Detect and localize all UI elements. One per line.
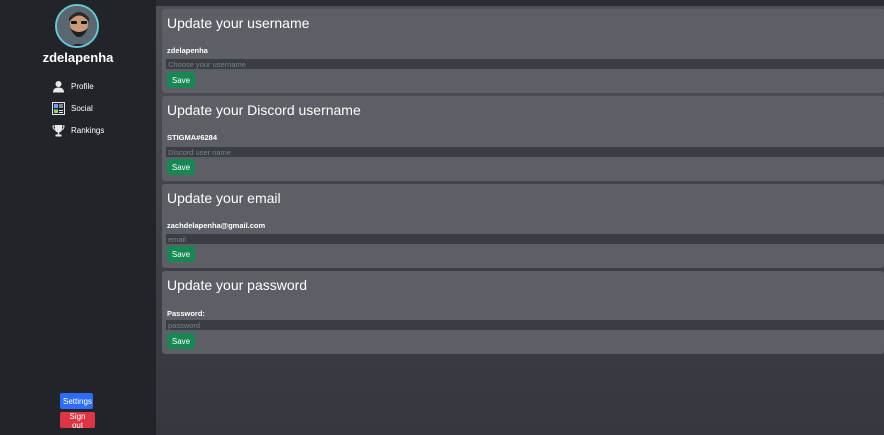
save-password-button[interactable]: Save [167, 333, 195, 349]
card-title: Update your password [167, 277, 308, 293]
sidebar-item-rankings[interactable]: Rankings [52, 122, 104, 138]
sidebar: zdelapenha Profile Social Rankings Setti… [0, 0, 156, 435]
discord-username-input[interactable] [166, 147, 884, 157]
password-card: Update your password Password: Save [162, 271, 884, 354]
sidebar-item-label: Social [71, 103, 93, 113]
sidebar-item-label: Profile [71, 81, 94, 91]
settings-button[interactable]: Settings [60, 393, 93, 409]
current-username: zdelapenha [167, 46, 208, 55]
username-input[interactable] [166, 59, 884, 69]
sidebar-item-label: Rankings [71, 125, 105, 135]
save-discord-button[interactable]: Save [167, 159, 195, 175]
avatar-image [57, 6, 97, 46]
social-icon [52, 101, 65, 115]
current-email: zachdelapenha@gmail.com [167, 221, 266, 230]
current-discord-username: STIGMA#6284 [167, 133, 218, 142]
card-title: Update your username [167, 15, 310, 31]
password-input[interactable] [166, 320, 884, 330]
top-bar [156, 0, 884, 6]
password-label: Password: [167, 309, 205, 318]
username-card: Update your username zdelapenha Save [162, 9, 884, 93]
sidebar-username: zdelapenha [42, 50, 114, 65]
discord-card: Update your Discord username STIGMA#6284… [162, 96, 884, 181]
avatar[interactable] [55, 4, 99, 48]
sign-out-button[interactable]: Sign out [60, 412, 95, 430]
email-card: Update your email zachdelapenha@gmail.co… [162, 184, 884, 268]
email-input[interactable] [166, 234, 884, 244]
sidebar-item-social[interactable]: Social [52, 100, 93, 116]
user-icon [52, 80, 65, 93]
trophy-icon [52, 124, 65, 137]
save-username-button[interactable]: Save [167, 72, 195, 88]
main-content: Update your username zdelapenha Save Upd… [156, 0, 884, 435]
sidebar-item-profile[interactable]: Profile [52, 78, 94, 94]
save-email-button[interactable]: Save [167, 246, 195, 262]
card-title: Update your Discord username [167, 102, 361, 118]
card-title: Update your email [167, 190, 281, 206]
